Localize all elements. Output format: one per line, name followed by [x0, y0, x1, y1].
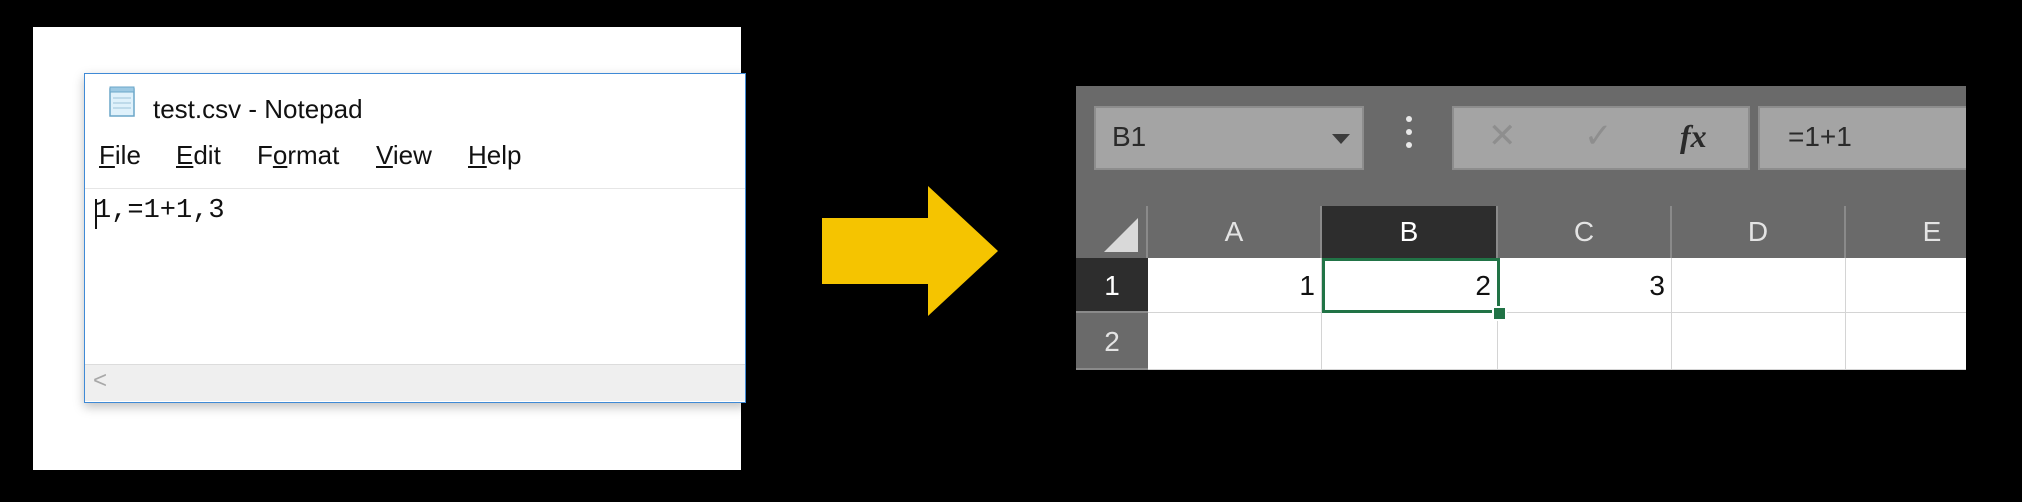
checkmark-icon[interactable]: ✓ [1584, 116, 1613, 156]
spreadsheet-grid: A B C D E 1 2 1 2 3 [1076, 206, 1966, 370]
formula-buttons: ✕ ✓ fx [1452, 106, 1750, 170]
row-header-1[interactable]: 1 [1076, 258, 1148, 313]
cell-e1[interactable] [1846, 258, 1966, 313]
horizontal-scrollbar[interactable]: < [85, 364, 745, 401]
formula-text: =1+1 [1788, 121, 1852, 152]
column-header-a[interactable]: A [1148, 206, 1322, 258]
cell-a2[interactable] [1148, 313, 1322, 370]
select-all-icon [1104, 218, 1138, 252]
select-all-button[interactable] [1076, 206, 1148, 258]
menu-file[interactable]: File [99, 140, 141, 171]
notepad-icon [109, 86, 135, 117]
notepad-text-area[interactable]: 1,=1+1,3 [95, 196, 225, 226]
row-header-2[interactable]: 2 [1076, 313, 1148, 370]
formula-bar[interactable]: =1+1 [1758, 106, 1966, 170]
column-header-e[interactable]: E [1846, 206, 1966, 258]
notepad-window: test.csv - Notepad File Edit Format View… [84, 73, 746, 403]
menu-help[interactable]: Help [468, 140, 521, 171]
cell-a1[interactable]: 1 [1148, 258, 1322, 313]
cancel-icon[interactable]: ✕ [1488, 116, 1517, 156]
notepad-menubar: File Edit Format View Help [85, 140, 745, 174]
notepad-window-title: test.csv - Notepad [153, 94, 363, 124]
column-header-c[interactable]: C [1498, 206, 1672, 258]
more-options-icon[interactable] [1406, 116, 1412, 150]
menubar-divider [85, 188, 745, 189]
column-header-d[interactable]: D [1672, 206, 1846, 258]
right-arrow-icon [822, 186, 998, 316]
active-cell-outline [1322, 258, 1500, 313]
name-box-dropdown-icon[interactable] [1332, 134, 1350, 144]
cell-e2[interactable] [1846, 313, 1966, 370]
insert-function-icon[interactable]: fx [1680, 118, 1707, 155]
name-box-value: B1 [1112, 121, 1147, 152]
cell-b2[interactable] [1322, 313, 1498, 370]
notepad-titlebar[interactable]: test.csv - Notepad [85, 74, 745, 124]
text-caret [95, 199, 97, 229]
cell-c1[interactable]: 3 [1498, 258, 1672, 313]
excel-window: B1 ✕ ✓ fx =1+1 A B C D E 1 2 1 2 3 [1076, 86, 1966, 370]
cell-c2[interactable] [1498, 313, 1672, 370]
cell-d2[interactable] [1672, 313, 1846, 370]
column-header-b[interactable]: B [1322, 206, 1498, 258]
menu-view[interactable]: View [376, 140, 432, 171]
name-box[interactable]: B1 [1094, 106, 1364, 170]
scroll-left-icon[interactable]: < [93, 367, 107, 395]
fill-handle[interactable] [1492, 306, 1507, 321]
menu-format[interactable]: Format [257, 140, 339, 171]
menu-edit[interactable]: Edit [176, 140, 221, 171]
cell-d1[interactable] [1672, 258, 1846, 313]
